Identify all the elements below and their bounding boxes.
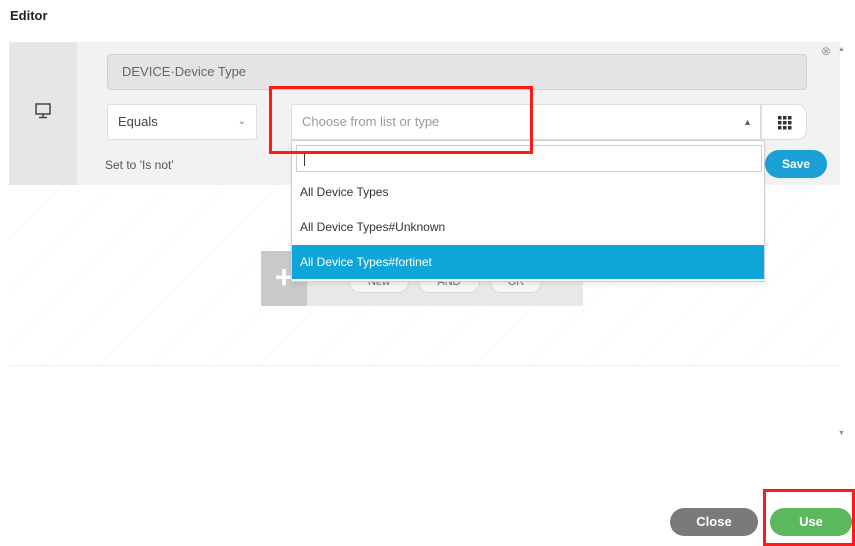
dropdown-search-input[interactable] bbox=[296, 145, 762, 172]
chevron-down-icon: ⌄ bbox=[237, 116, 246, 127]
operator-value: Equals bbox=[118, 114, 158, 129]
value-placeholder: Choose from list or type bbox=[302, 114, 440, 129]
attribute-field[interactable]: DEVICE·Device Type bbox=[107, 54, 807, 90]
scroll-up-arrow-icon[interactable]: ▲ bbox=[838, 46, 845, 53]
set-is-not-link[interactable]: Set to 'Is not' bbox=[105, 158, 174, 172]
dropdown-option-selected[interactable]: All Device Types#fortinet bbox=[292, 245, 764, 279]
value-dropdown-list: All Device Types All Device Types#Unknow… bbox=[291, 140, 765, 282]
editor-title: Editor bbox=[10, 8, 48, 23]
grid-view-button[interactable] bbox=[761, 104, 807, 140]
value-combobox[interactable]: Choose from list or type ▲ bbox=[291, 104, 761, 140]
close-condition-icon[interactable]: ⊗ bbox=[821, 44, 831, 58]
close-button[interactable]: Close bbox=[670, 508, 758, 536]
use-button[interactable]: Use bbox=[770, 508, 852, 536]
save-button[interactable]: Save bbox=[765, 150, 827, 178]
grid-icon bbox=[778, 116, 792, 130]
dropdown-option[interactable]: All Device Types#Unknown bbox=[292, 210, 764, 244]
operator-select[interactable]: Equals ⌄ bbox=[107, 104, 257, 140]
caret-up-icon: ▲ bbox=[743, 117, 752, 127]
text-cursor bbox=[304, 152, 305, 166]
monitor-icon bbox=[35, 103, 51, 124]
scroll-down-arrow-icon[interactable]: ▼ bbox=[838, 430, 845, 437]
dropdown-option[interactable]: All Device Types bbox=[292, 175, 764, 209]
condition-icon-column bbox=[9, 42, 77, 185]
